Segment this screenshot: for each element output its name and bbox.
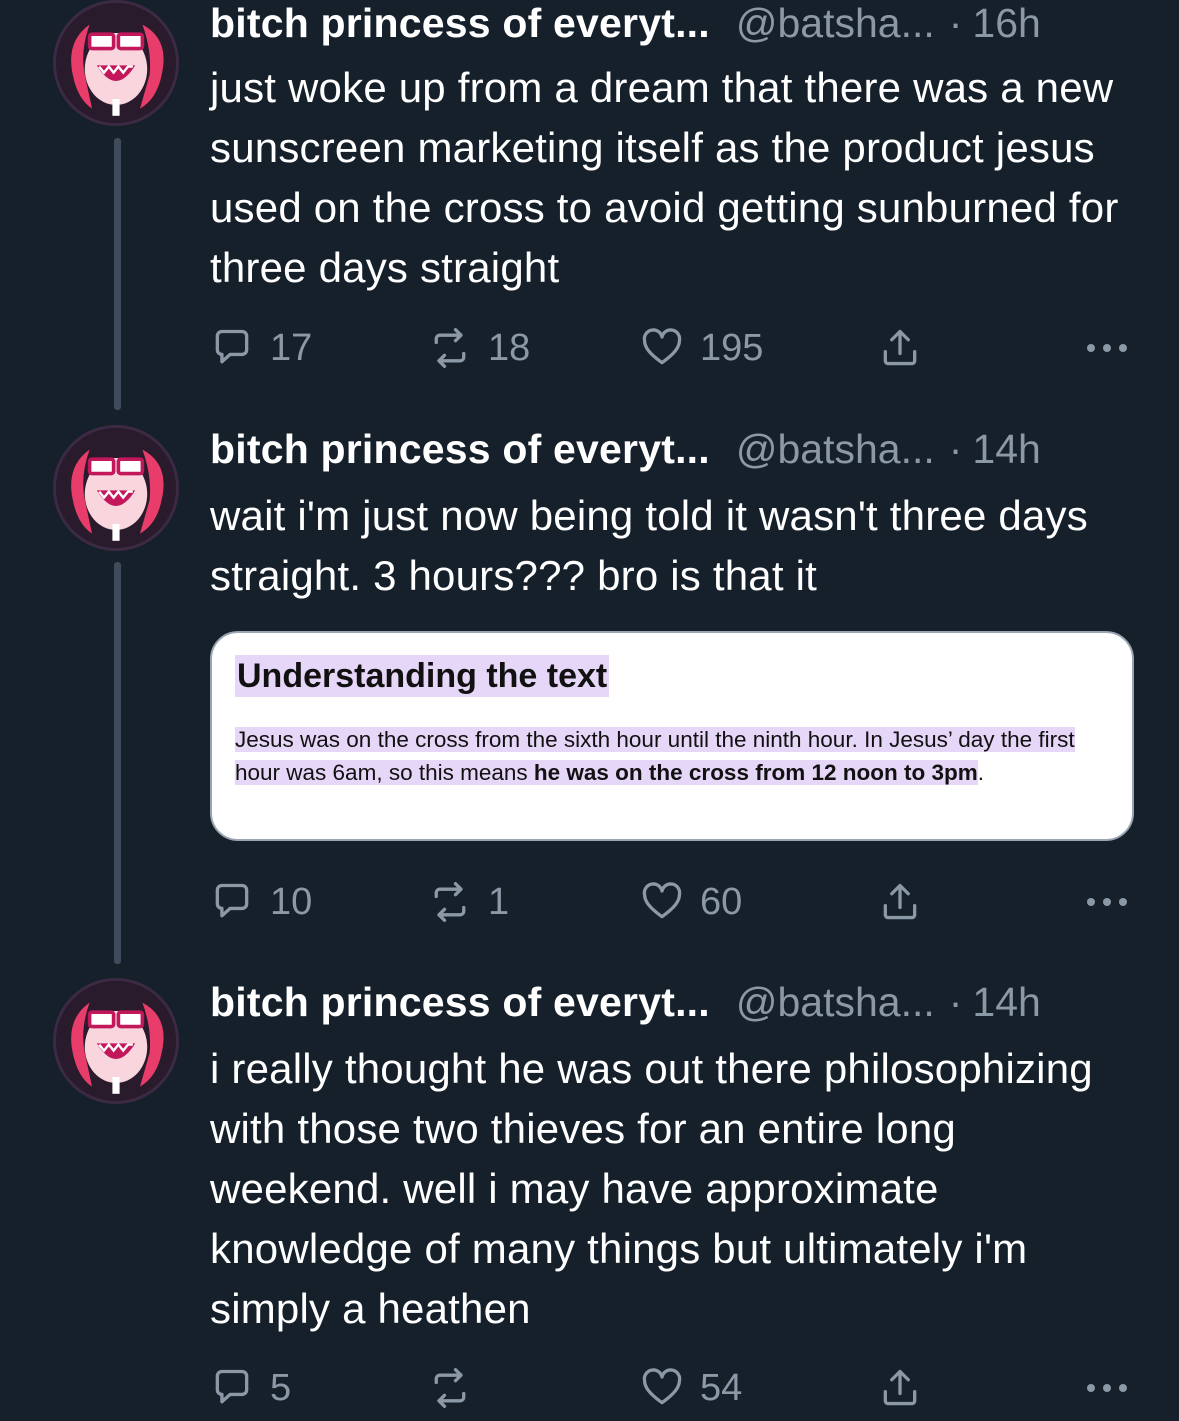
like-count: 195 <box>700 326 764 369</box>
more-icon <box>1087 344 1127 352</box>
thread-line <box>114 138 121 410</box>
retweet-count: 1 <box>488 880 510 923</box>
username-handle[interactable]: @batsha... <box>736 0 935 48</box>
share-icon <box>883 329 917 366</box>
image-text-end: . <box>977 760 984 785</box>
heart-icon <box>642 1368 682 1405</box>
share-icon <box>883 1369 917 1406</box>
retweet-icon <box>434 328 466 368</box>
tweet-actions: 5 54 <box>210 1363 1130 1413</box>
reply-icon <box>215 883 249 918</box>
separator-dot: · <box>948 0 963 46</box>
more-button[interactable] <box>1084 323 1130 373</box>
timestamp[interactable]: 16h <box>972 0 1040 48</box>
tweet-header: bitch princess of everyt... @batsha... ·… <box>210 424 1140 474</box>
reply-icon <box>215 1369 249 1404</box>
reply-button[interactable]: 10 <box>210 877 312 927</box>
share-icon <box>883 883 917 920</box>
display-name[interactable]: bitch princess of everyt... <box>210 977 710 1027</box>
reply-button[interactable]: 17 <box>210 323 312 373</box>
avatar[interactable] <box>53 978 179 1104</box>
retweet-count: 18 <box>488 326 531 369</box>
tweet-text: just woke up from a dream that there was… <box>210 64 1119 291</box>
tweet[interactable]: bitch princess of everyt... @batsha... ·… <box>210 0 1140 298</box>
retweet-icon <box>434 1368 466 1408</box>
retweet-button[interactable] <box>428 1363 488 1413</box>
image-text-bold: he was on the cross from 12 noon to 3pm <box>533 760 978 785</box>
username-handle[interactable]: @batsha... <box>736 977 935 1027</box>
avatar[interactable] <box>53 425 179 551</box>
retweet-button[interactable]: 1 <box>428 877 509 927</box>
like-button[interactable]: 195 <box>640 323 763 373</box>
image-body-text: Jesus was on the cross from the sixth ho… <box>235 723 1105 789</box>
reply-icon <box>215 329 249 364</box>
timestamp[interactable]: 14h <box>972 977 1040 1027</box>
timestamp[interactable]: 14h <box>972 424 1040 474</box>
like-button[interactable]: 60 <box>640 877 742 927</box>
image-content: Understanding the text Jesus was on the … <box>235 655 1105 789</box>
separator-dot: · <box>948 979 963 1025</box>
share-button[interactable] <box>878 1363 922 1413</box>
tweet[interactable]: bitch princess of everyt... @batsha... ·… <box>210 424 1140 606</box>
avatar[interactable] <box>53 0 179 126</box>
tweet-header: bitch princess of everyt... @batsha... ·… <box>210 977 1140 1027</box>
tweet-text: wait i'm just now being told it wasn't t… <box>210 492 1088 599</box>
reply-count: 5 <box>270 1366 292 1409</box>
more-button[interactable] <box>1084 1363 1130 1413</box>
attached-image[interactable]: Understanding the text Jesus was on the … <box>210 631 1134 841</box>
tweet[interactable]: bitch princess of everyt... @batsha... ·… <box>210 977 1140 1339</box>
tweet-actions: 17 18 195 <box>210 323 1130 373</box>
retweet-button[interactable]: 18 <box>428 323 530 373</box>
heart-icon <box>642 328 682 365</box>
display-name[interactable]: bitch princess of everyt... <box>210 0 710 48</box>
display-name[interactable]: bitch princess of everyt... <box>210 424 710 474</box>
thread-line <box>114 562 121 964</box>
more-icon <box>1087 898 1127 906</box>
tweet-header: bitch princess of everyt... @batsha... ·… <box>210 0 1140 48</box>
tweet-text: i really thought he was out there philos… <box>210 1045 1093 1332</box>
like-count: 54 <box>700 1366 743 1409</box>
like-button[interactable]: 54 <box>640 1363 742 1413</box>
separator-dot: · <box>948 426 963 472</box>
retweet-icon <box>434 882 466 922</box>
username-handle[interactable]: @batsha... <box>736 424 935 474</box>
reply-count: 10 <box>270 880 313 923</box>
like-count: 60 <box>700 880 743 923</box>
reply-button[interactable]: 5 <box>210 1363 291 1413</box>
share-button[interactable] <box>878 323 922 373</box>
image-heading: Understanding the text <box>235 655 610 697</box>
more-button[interactable] <box>1084 877 1130 927</box>
heart-icon <box>642 882 682 919</box>
reply-count: 17 <box>270 326 313 369</box>
more-icon <box>1087 1384 1127 1392</box>
tweet-actions: 10 1 60 <box>210 877 1130 927</box>
share-button[interactable] <box>878 877 922 927</box>
